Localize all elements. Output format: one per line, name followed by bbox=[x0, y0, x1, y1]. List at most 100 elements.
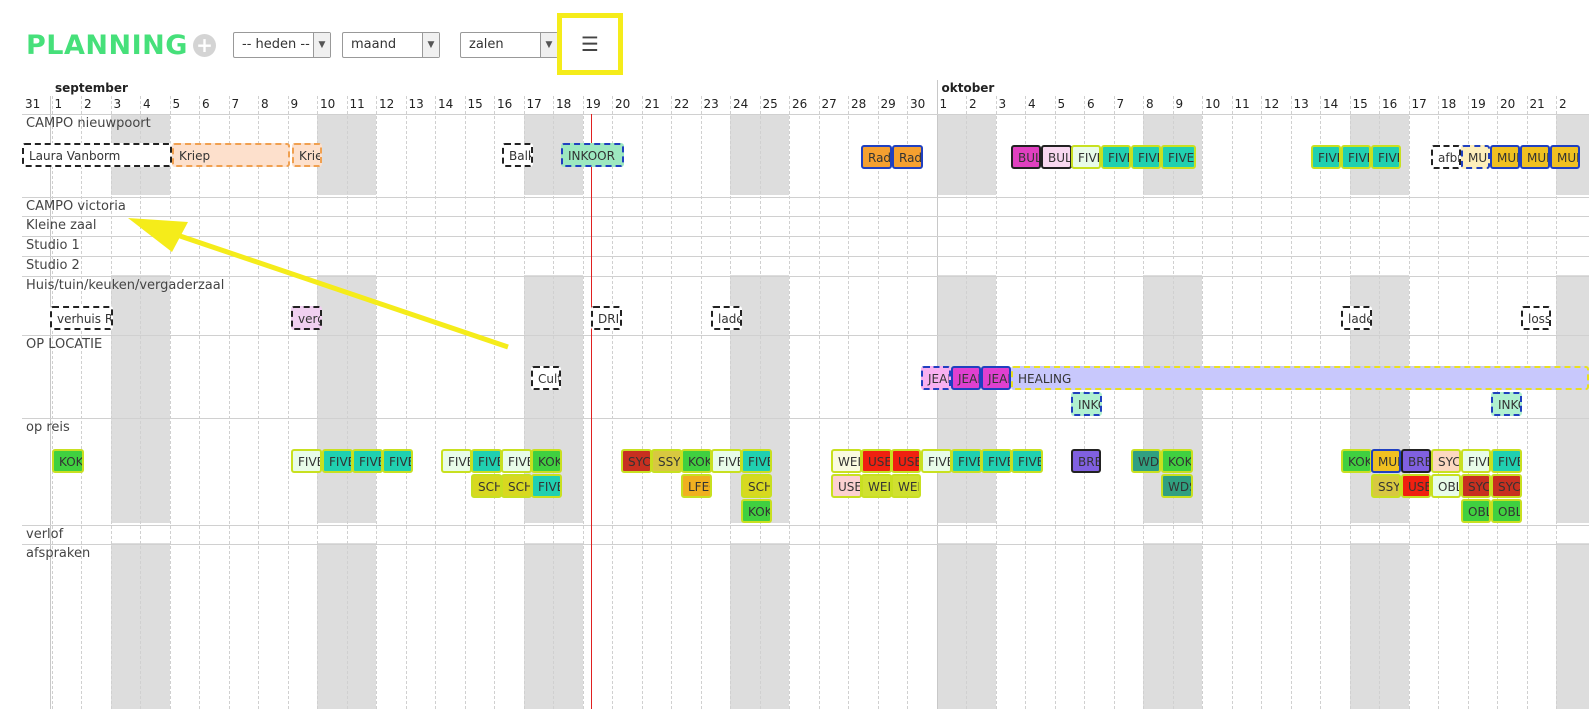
event-block[interactable]: KOK bbox=[681, 449, 712, 473]
event-block[interactable]: SYC bbox=[621, 449, 652, 473]
event-block[interactable]: FIVE bbox=[1131, 145, 1161, 169]
event-block[interactable]: FIVE bbox=[471, 449, 502, 473]
event-block[interactable]: FIVE bbox=[1071, 145, 1101, 169]
event-block[interactable]: MUL bbox=[1490, 145, 1520, 169]
event-block[interactable]: SYC bbox=[1431, 449, 1461, 473]
event-block[interactable]: FIVE bbox=[441, 449, 472, 473]
event-block[interactable]: WEI bbox=[861, 474, 892, 498]
event-block[interactable]: WEI bbox=[891, 474, 921, 498]
event-block[interactable]: INKO bbox=[1071, 392, 1102, 416]
lane-separator bbox=[22, 256, 1589, 257]
event-block[interactable]: FIVE bbox=[382, 449, 413, 473]
event-block[interactable]: KOK bbox=[52, 449, 84, 473]
event-block[interactable]: MUL bbox=[1550, 145, 1580, 169]
event-block[interactable]: FIVE bbox=[1461, 449, 1491, 473]
event-block[interactable]: FIVE bbox=[1491, 449, 1522, 473]
event-block[interactable]: Balk bbox=[502, 143, 533, 167]
event-block[interactable]: MUL bbox=[1461, 145, 1490, 169]
event-block[interactable]: lade bbox=[711, 306, 742, 330]
event-block[interactable]: FIVE bbox=[1311, 145, 1341, 169]
day-number: 26 bbox=[792, 97, 808, 111]
event-block[interactable]: USE bbox=[1401, 474, 1431, 498]
event-block[interactable]: FIVE bbox=[531, 474, 562, 498]
event-block[interactable]: SCH bbox=[741, 474, 772, 498]
event-block[interactable]: WD bbox=[1131, 449, 1161, 473]
day-gridline bbox=[376, 96, 377, 709]
event-block[interactable]: DRIE bbox=[591, 306, 622, 330]
event-block[interactable]: FIVE bbox=[711, 449, 742, 473]
event-block[interactable]: INKOOR bbox=[561, 143, 624, 167]
event-block[interactable]: SCH bbox=[501, 474, 532, 498]
day-gridline bbox=[1379, 96, 1380, 709]
event-block[interactable]: SSY bbox=[1371, 474, 1401, 498]
day-number: 4 bbox=[1028, 97, 1036, 111]
event-block[interactable]: FIVE bbox=[981, 449, 1012, 473]
event-block[interactable]: WEI bbox=[831, 449, 862, 473]
day-gridline bbox=[1172, 96, 1174, 709]
event-block[interactable]: SYC bbox=[1461, 474, 1491, 498]
event-block[interactable]: OBL bbox=[1491, 499, 1522, 523]
event-block[interactable]: FIVE bbox=[951, 449, 982, 473]
event-block[interactable]: MUL bbox=[1371, 449, 1401, 473]
event-block[interactable]: loss bbox=[1521, 306, 1551, 330]
event-block[interactable]: USE bbox=[891, 449, 921, 473]
event-block[interactable]: JEAN bbox=[951, 366, 981, 390]
day-number: 18 bbox=[556, 97, 572, 111]
event-block[interactable]: FIVE bbox=[1101, 145, 1131, 169]
event-block[interactable]: FIVE bbox=[1161, 145, 1196, 169]
day-number: 4 bbox=[143, 97, 151, 111]
event-block[interactable]: FIVE bbox=[322, 449, 353, 473]
event-block[interactable]: FIVE bbox=[501, 449, 532, 473]
event-block[interactable]: FIVE bbox=[1011, 449, 1043, 473]
event-block[interactable]: verg bbox=[291, 306, 322, 330]
event-block[interactable]: HEALING bbox=[1011, 366, 1589, 390]
day-gridline bbox=[287, 96, 289, 709]
event-block[interactable]: BUL bbox=[1011, 145, 1041, 169]
day-number: 16 bbox=[497, 97, 513, 111]
event-block[interactable]: USE bbox=[861, 449, 892, 473]
event-block[interactable]: afbr bbox=[1431, 145, 1461, 169]
event-block[interactable]: SSY bbox=[651, 449, 682, 473]
event-block[interactable]: OBL bbox=[1461, 499, 1491, 523]
event-block[interactable]: INKO bbox=[1491, 392, 1522, 416]
event-block[interactable]: verhuis R bbox=[50, 306, 113, 330]
event-block[interactable]: Rad bbox=[892, 145, 923, 169]
event-block[interactable]: FIVE bbox=[352, 449, 383, 473]
event-block[interactable]: BRE bbox=[1071, 449, 1101, 473]
event-block[interactable]: KOK bbox=[1161, 449, 1193, 473]
event-block[interactable]: Kriep bbox=[172, 143, 290, 167]
day-gridline bbox=[494, 96, 495, 709]
event-block[interactable]: BRE bbox=[1401, 449, 1431, 473]
event-block[interactable]: FIVE bbox=[741, 449, 772, 473]
day-gridline bbox=[1438, 96, 1439, 709]
event-block[interactable]: MUL bbox=[1520, 145, 1550, 169]
event-block[interactable]: Rad bbox=[861, 145, 892, 169]
day-gridline bbox=[612, 96, 613, 709]
event-block[interactable]: FIVE bbox=[921, 449, 952, 473]
day-gridline bbox=[317, 96, 318, 709]
event-block[interactable]: SYC bbox=[1491, 474, 1522, 498]
event-block[interactable]: Krie bbox=[292, 143, 322, 167]
event-block[interactable]: WDS bbox=[1161, 474, 1193, 498]
event-block[interactable]: JEAN bbox=[921, 366, 951, 390]
event-block[interactable]: JEAN bbox=[981, 366, 1011, 390]
event-block[interactable]: FIVE bbox=[1371, 145, 1401, 169]
event-block[interactable]: Cult bbox=[531, 366, 561, 390]
day-number: 9 bbox=[1175, 97, 1184, 111]
event-block[interactable]: KOK bbox=[531, 449, 562, 473]
event-block[interactable]: OBL bbox=[1431, 474, 1461, 498]
weekend-shade bbox=[1556, 543, 1589, 709]
event-block[interactable]: USE bbox=[831, 474, 862, 498]
event-block[interactable]: BUL bbox=[1041, 145, 1072, 169]
event-block[interactable]: SCH bbox=[471, 474, 502, 498]
event-block[interactable]: KOK bbox=[741, 499, 772, 523]
event-block[interactable]: lade bbox=[1341, 306, 1372, 330]
day-number: 22 bbox=[674, 97, 690, 111]
event-block[interactable]: LFEC bbox=[681, 474, 712, 498]
event-block[interactable]: Laura Vanborm bbox=[22, 143, 172, 167]
day-number: 17 bbox=[1411, 97, 1427, 111]
event-block[interactable]: KOK bbox=[1341, 449, 1372, 473]
event-block[interactable]: FIVE bbox=[1341, 145, 1371, 169]
event-block[interactable]: FIVE bbox=[291, 449, 322, 473]
planning-timeline: september oktober 31 1 2 3 4 5 6 7 8 9 10 11 12 13 14 15 1… bbox=[0, 0, 1589, 709]
